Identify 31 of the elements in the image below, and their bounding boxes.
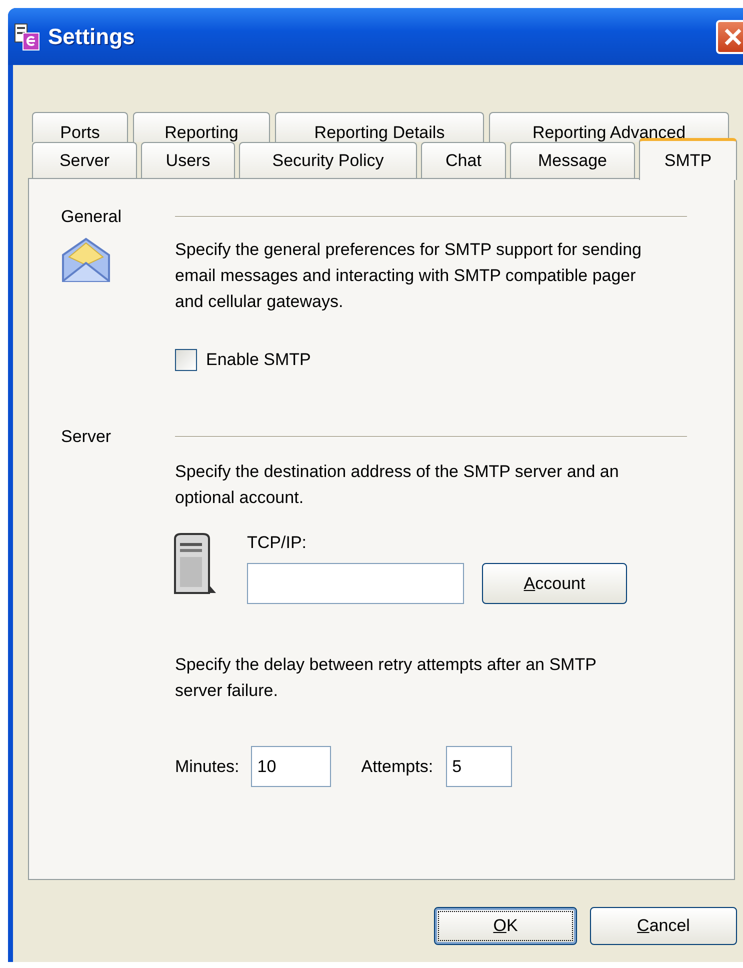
app-icon (14, 22, 40, 50)
tab[interactable]: Chat (421, 142, 506, 178)
description-text: Specify the destination address of the SMTP server and an optional account. (175, 461, 620, 509)
field-label: TCP/IP: (247, 533, 308, 553)
minutes-field[interactable]: 10 (251, 746, 332, 787)
attempts-field[interactable]: 5 (446, 746, 512, 787)
tab[interactable]: Reporting (133, 112, 270, 142)
field-label: Minutes: (175, 756, 240, 776)
tab[interactable]: Server (32, 142, 137, 178)
envelope-icon (61, 237, 111, 283)
dialog-button[interactable]: Cancel (590, 907, 737, 945)
section-heading: Server (61, 427, 112, 447)
enable-checkbox[interactable] (175, 349, 197, 371)
description-text: Specify the delay between retry attempts after an SMTP server failure. (175, 654, 598, 702)
section-heading: General (61, 207, 122, 227)
close-icon (723, 26, 743, 46)
tab[interactable]: Users (141, 142, 235, 178)
tab[interactable]: SMTP (639, 138, 737, 180)
field-label: Attempts: (361, 756, 434, 776)
tab[interactable]: Security Policy (239, 142, 417, 178)
tcp-ip-field[interactable] (247, 563, 464, 604)
tab[interactable]: Message (510, 142, 635, 178)
close-button[interactable] (716, 20, 743, 54)
dialog-button[interactable]: OK (434, 907, 577, 945)
tab[interactable]: Ports (32, 112, 128, 142)
window-title: Settings (48, 24, 135, 50)
tab[interactable]: Reporting Advanced (489, 112, 729, 142)
checkbox-label: Enable SMTP (206, 350, 311, 370)
tab[interactable]: Reporting Details (275, 112, 484, 142)
description-text: Specify the general preferences for SMTP support for sending email messages and interacting with SMTP compatible pager and cellular gateways. (175, 239, 642, 313)
account-button[interactable]: Account (482, 563, 627, 604)
